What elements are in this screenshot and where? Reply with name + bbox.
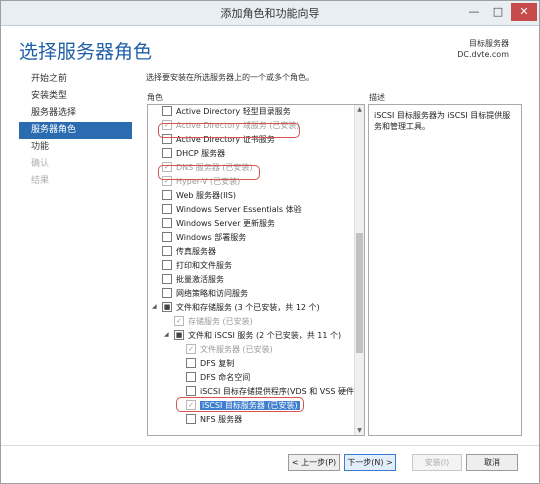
- role-checkbox[interactable]: [162, 189, 172, 200]
- role-item[interactable]: DHCP 服务器: [162, 147, 225, 160]
- minimize-button[interactable]: —: [463, 3, 485, 21]
- nav-item-server-selection[interactable]: 服务器选择: [19, 105, 132, 122]
- expand-collapse-icon[interactable]: ◢: [164, 328, 171, 341]
- wizard-nav: 开始之前 安装类型 服务器选择 服务器角色 功能 确认 结果: [19, 71, 132, 190]
- destination-label: 目标服务器: [469, 39, 509, 48]
- role-item[interactable]: NFS 服务器: [186, 413, 242, 426]
- role-checkbox[interactable]: [186, 357, 196, 368]
- role-item[interactable]: Active Directory 轻型目录服务: [162, 105, 291, 118]
- cancel-button[interactable]: 取消: [466, 454, 518, 471]
- role-item[interactable]: 网络策略和访问服务: [162, 287, 248, 300]
- instruction-text: 选择要安装在所选服务器上的一个或多个角色。: [146, 73, 314, 82]
- nav-item-features[interactable]: 功能: [19, 139, 132, 156]
- role-label: 文件服务器 (已安装): [200, 345, 273, 354]
- previous-button[interactable]: < 上一步(P): [288, 454, 340, 471]
- role-item[interactable]: Windows 部署服务: [162, 231, 246, 244]
- next-button[interactable]: 下一步(N) >: [344, 454, 396, 471]
- page-title: 选择服务器角色: [19, 41, 153, 63]
- roles-scrollbar[interactable]: ▲ ▼: [354, 105, 364, 435]
- wizard-window: 添加角色和功能向导 — □ ✕ 选择服务器角色 目标服务器 DC.dvte.co…: [0, 0, 540, 484]
- nav-item-installation-type[interactable]: 安装类型: [19, 88, 132, 105]
- nav-item-confirmation: 确认: [31, 159, 50, 169]
- role-checkbox[interactable]: [186, 413, 196, 424]
- install-button: 安装(I): [412, 454, 462, 471]
- scroll-up-icon[interactable]: ▲: [355, 105, 364, 114]
- role-label: Windows Server 更新服务: [176, 219, 276, 228]
- role-checkbox[interactable]: [186, 371, 196, 382]
- role-label: 文件和 iSCSI 服务 (2 个已安装，共 11 个): [188, 331, 342, 340]
- role-label: iSCSI 目标存储提供程序(VDS 和 VSS 硬件提: [200, 387, 362, 396]
- role-checkbox[interactable]: [162, 231, 172, 242]
- nav-item-before-you-begin[interactable]: 开始之前: [19, 71, 132, 88]
- annotation-box-dns: [158, 165, 260, 180]
- role-label: 存储服务 (已安装): [188, 317, 253, 326]
- destination-server: 目标服务器 DC.dvte.com: [457, 38, 509, 60]
- roles-list-box[interactable]: Active Directory 轻型目录服务 ✓ Active Directory…: [147, 104, 365, 436]
- role-label: 批量激活服务: [176, 275, 224, 284]
- role-item[interactable]: ✓ 文件服务器 (已安装): [186, 343, 273, 356]
- role-checkbox[interactable]: [162, 203, 172, 214]
- role-checkbox: ✓: [174, 315, 184, 326]
- role-item[interactable]: 批量激活服务: [162, 273, 224, 286]
- role-label: 网络策略和访问服务: [176, 289, 248, 298]
- role-label: DHCP 服务器: [176, 149, 226, 158]
- role-checkbox[interactable]: [162, 245, 172, 256]
- role-checkbox[interactable]: [162, 287, 172, 298]
- role-label: 打印和文件服务: [176, 261, 232, 270]
- role-label: NFS 服务器: [200, 415, 243, 424]
- role-item[interactable]: Windows Server 更新服务: [162, 217, 275, 230]
- role-item[interactable]: Web 服务器(IIS): [162, 189, 236, 202]
- footer-divider: [1, 445, 539, 446]
- role-label: DFS 命名空间: [200, 373, 251, 382]
- role-item[interactable]: ◢ ■ 文件和存储服务 (3 个已安装，共 12 个): [152, 301, 320, 314]
- nav-item-server-roles[interactable]: 服务器角色: [19, 122, 132, 139]
- annotation-box-ad-ds: [158, 123, 300, 138]
- nav-item-results: 结果: [31, 176, 50, 186]
- role-item[interactable]: ◢ ■ 文件和 iSCSI 服务 (2 个已安装，共 11 个): [164, 329, 341, 342]
- maximize-button[interactable]: □: [487, 3, 509, 21]
- role-checkbox[interactable]: ■: [174, 329, 184, 340]
- window-title: 添加角色和功能向导: [220, 7, 320, 20]
- role-label: Windows 部署服务: [176, 233, 247, 242]
- role-checkbox[interactable]: ■: [162, 301, 172, 312]
- role-item[interactable]: DFS 命名空间: [186, 371, 250, 384]
- role-checkbox: ✓: [186, 343, 196, 354]
- description-box: iSCSI 目标服务器为 iSCSI 目标提供服务和管理工具。: [368, 104, 522, 436]
- role-checkbox[interactable]: [162, 217, 172, 228]
- role-checkbox[interactable]: [186, 385, 196, 396]
- role-label: Web 服务器(IIS): [176, 191, 237, 200]
- description-header: 描述: [369, 93, 385, 102]
- role-checkbox[interactable]: [162, 105, 172, 116]
- role-checkbox[interactable]: [162, 147, 172, 158]
- role-item[interactable]: 打印和文件服务: [162, 259, 232, 272]
- annotation-box-iscsi-target: [176, 397, 304, 412]
- role-label: DFS 复制: [200, 359, 235, 368]
- role-label: 文件和存储服务 (3 个已安装，共 12 个): [176, 303, 320, 312]
- close-button[interactable]: ✕: [511, 3, 537, 21]
- description-text: iSCSI 目标服务器为 iSCSI 目标提供服务和管理工具。: [374, 111, 511, 131]
- title-bar[interactable]: 添加角色和功能向导 — □ ✕: [1, 1, 539, 26]
- destination-value: DC.dvte.com: [457, 50, 509, 59]
- role-label: Windows Server Essentials 体验: [176, 205, 302, 214]
- expand-collapse-icon[interactable]: ◢: [152, 300, 159, 313]
- role-label: Active Directory 轻型目录服务: [176, 107, 291, 116]
- roles-header: 角色: [147, 93, 163, 102]
- role-item[interactable]: DFS 复制: [186, 357, 234, 370]
- role-label: 传真服务器: [176, 247, 216, 256]
- role-checkbox[interactable]: [162, 273, 172, 284]
- role-item[interactable]: ✓ 存储服务 (已安装): [174, 315, 253, 328]
- role-item[interactable]: 传真服务器: [162, 245, 216, 258]
- scroll-thumb[interactable]: [356, 233, 363, 353]
- role-item[interactable]: Windows Server Essentials 体验: [162, 203, 302, 216]
- role-checkbox[interactable]: [162, 259, 172, 270]
- scroll-down-icon[interactable]: ▼: [355, 426, 364, 435]
